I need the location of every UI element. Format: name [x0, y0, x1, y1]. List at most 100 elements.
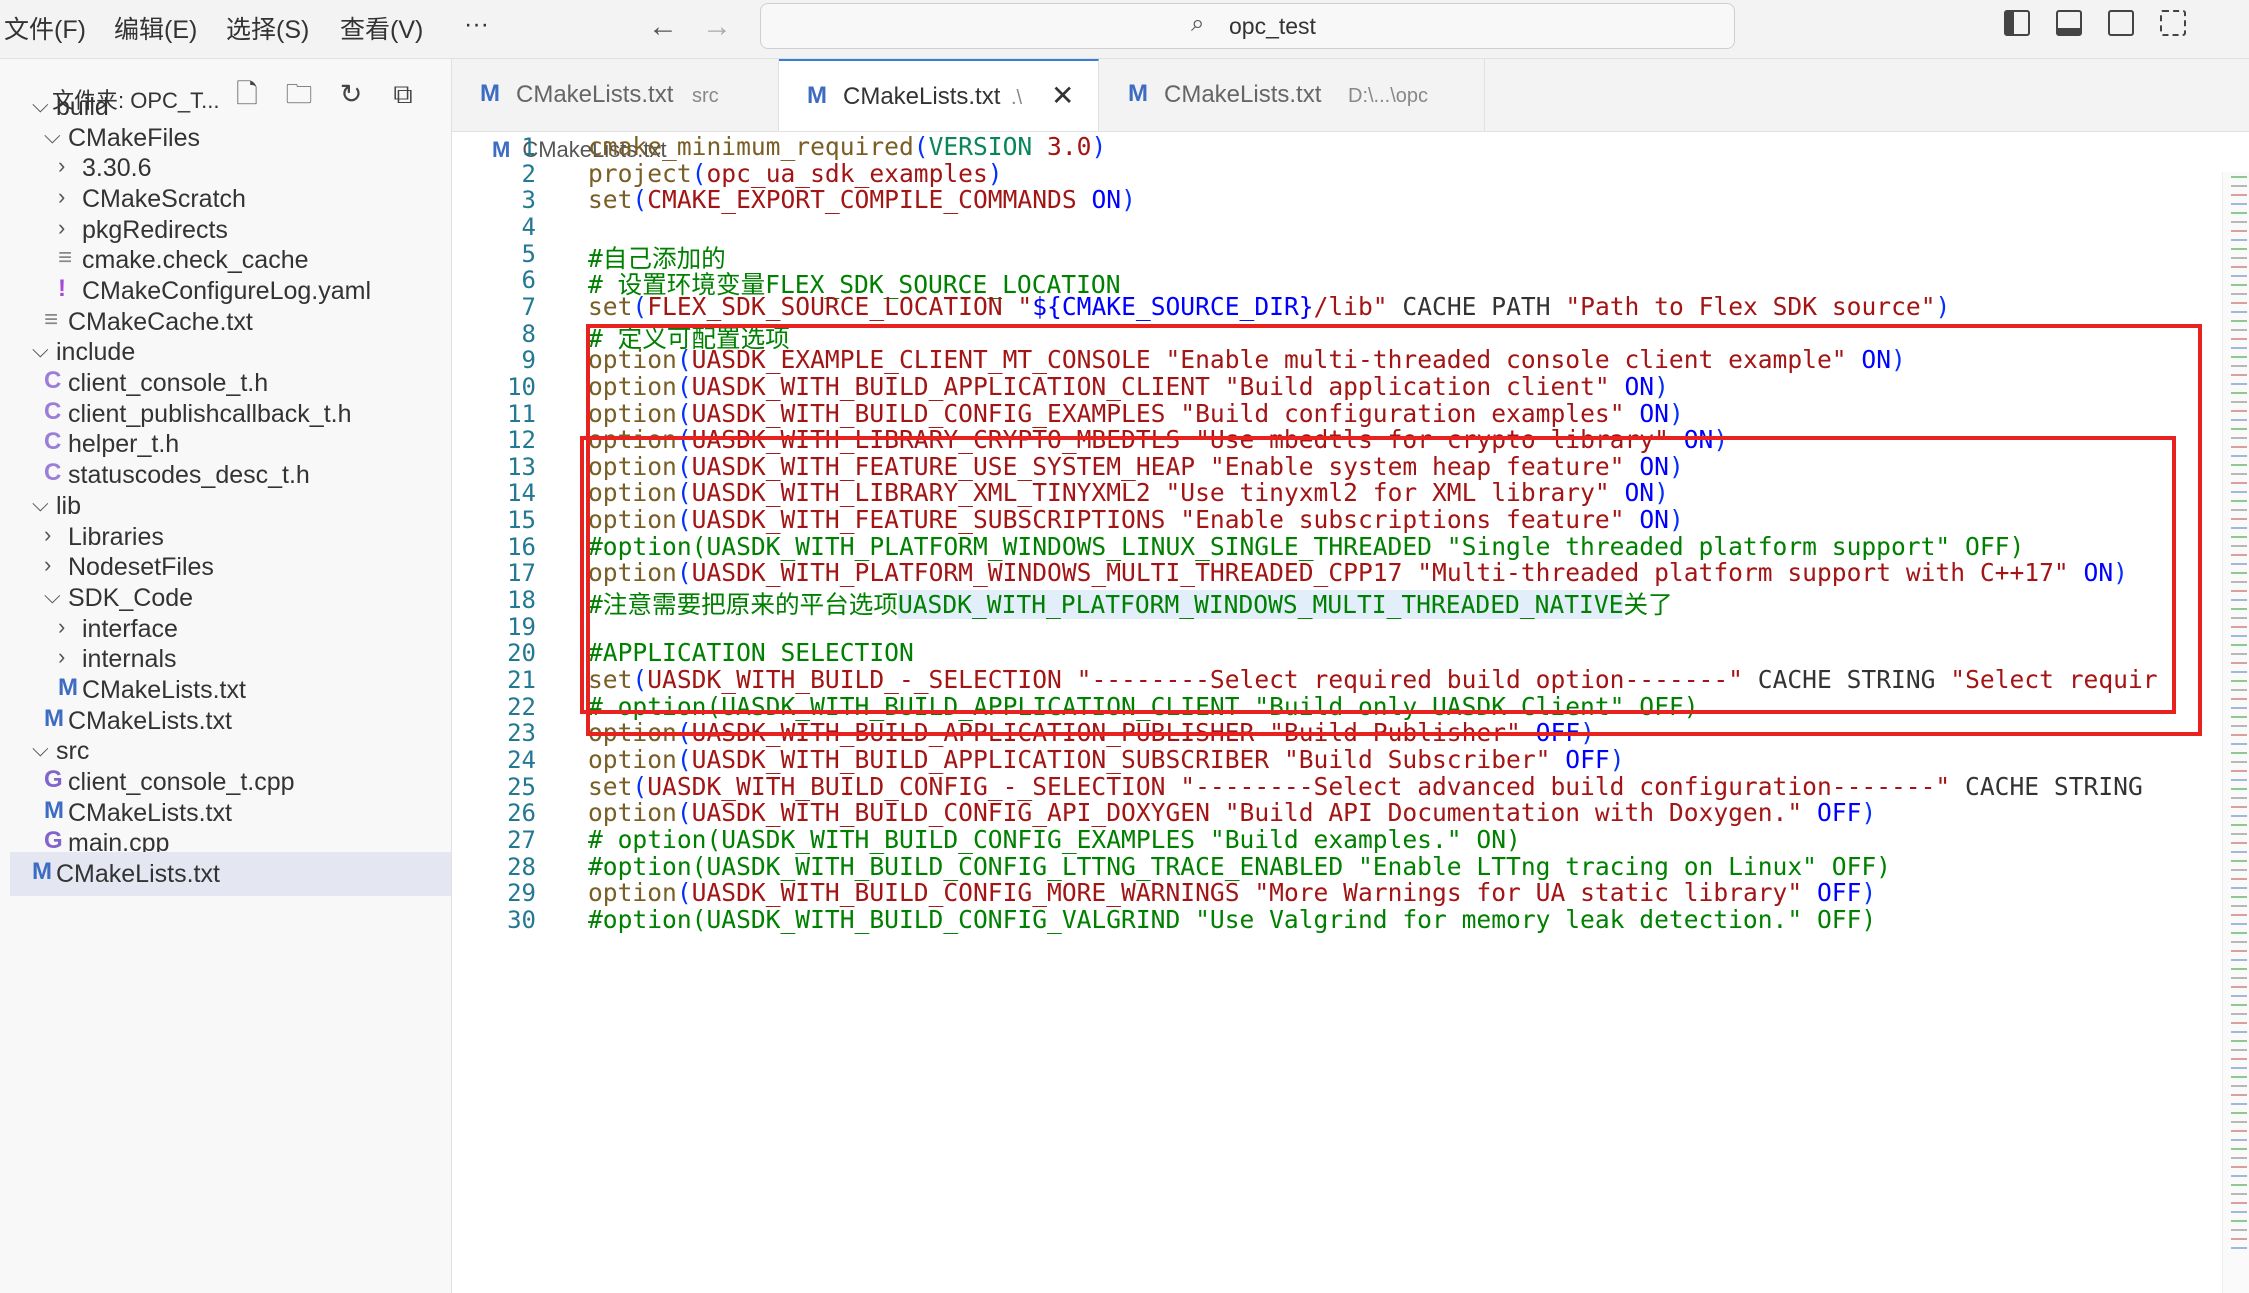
line-number: 25	[507, 772, 536, 801]
ruler-mark	[2231, 1220, 2247, 1222]
line-number: 15	[507, 506, 536, 535]
chevron-down-icon[interactable]: ⌵	[32, 736, 49, 762]
ruler-mark	[2231, 905, 2247, 907]
ruler-mark	[2231, 464, 2247, 466]
toggle-primary-sidebar-icon[interactable]	[2004, 10, 2030, 36]
ruler-mark	[2231, 608, 2247, 610]
code-line[interactable]: option(UASDK_WITH_BUILD_APPLICATION_SUBS…	[588, 745, 1625, 774]
ruler-mark	[2231, 347, 2247, 349]
code-editor[interactable]: 1 2 3 4 5 6 7 8 9 10 11 12 13 14 15 16 17 18 19 20 21 22 23 24 2…	[452, 132, 2222, 1293]
menu-file[interactable]: 文件(F)	[4, 10, 86, 46]
ruler-mark	[2231, 545, 2247, 547]
code-line[interactable]: # option(UASDK_WITH_BUILD_CONFIG_EXAMPLE…	[588, 825, 1521, 854]
code-line[interactable]: set(UASDK_WITH_BUILD_CONFIG_-_SELECTION …	[588, 772, 2143, 801]
line-number: 11	[507, 399, 536, 428]
ruler-mark	[2231, 239, 2247, 241]
chevron-right-icon[interactable]: ›	[44, 522, 51, 548]
ruler-mark	[2231, 374, 2247, 376]
ruler-mark	[2231, 860, 2247, 862]
ruler-mark	[2231, 590, 2247, 592]
chevron-down-icon[interactable]: ⌵	[44, 583, 61, 609]
chevron-right-icon[interactable]: ›	[58, 644, 65, 670]
ruler-mark	[2231, 1049, 2247, 1051]
chevron-down-icon[interactable]: ⌵	[32, 337, 49, 363]
ruler-mark	[2231, 941, 2247, 943]
ruler-mark	[2231, 770, 2247, 772]
chevron-right-icon[interactable]: ›	[44, 552, 51, 578]
chevron-right-icon[interactable]: ›	[58, 153, 65, 179]
line-number: 5	[521, 239, 536, 268]
ruler-mark	[2231, 653, 2247, 655]
code-line[interactable]: #option(UASDK_WITH_BUILD_CONFIG_LTTNG_TR…	[588, 852, 1891, 881]
customize-layout-icon[interactable]	[2160, 10, 2186, 36]
chevron-right-icon[interactable]: ›	[58, 184, 65, 210]
line-number: 4	[521, 212, 536, 241]
ruler-mark	[2231, 662, 2247, 664]
code-line[interactable]: project(opc_ua_sdk_examples)	[588, 159, 1003, 188]
line-number: 1	[521, 133, 536, 161]
line-number: 28	[507, 852, 536, 881]
ruler-mark	[2231, 1121, 2247, 1123]
ruler-mark	[2231, 626, 2247, 628]
line-number: 12	[507, 426, 536, 455]
command-center-search[interactable]: ⌕ opc_test	[760, 3, 1735, 49]
tab-cmakelists-opc[interactable]: M CMakeLists.txt D:\...\opc	[1100, 59, 1485, 131]
back-arrow-icon[interactable]: ←	[648, 10, 678, 44]
line-number: 10	[507, 372, 536, 401]
ruler-mark	[2231, 419, 2247, 421]
tree-item[interactable]: M CMakeLists.txt	[10, 852, 451, 896]
code-line[interactable]: set(CMAKE_EXPORT_COMPILE_COMMANDS ON)	[588, 185, 1136, 214]
ruler-mark	[2231, 986, 2247, 988]
line-number: 16	[507, 532, 536, 561]
overview-ruler[interactable]	[2222, 172, 2249, 1293]
chevron-down-icon[interactable]: ⌵	[32, 491, 49, 517]
tab-label: CMakeLists.txt	[1164, 81, 1322, 108]
line-number: 26	[507, 799, 536, 828]
ruler-mark	[2231, 743, 2247, 745]
ruler-mark	[2231, 383, 2247, 385]
code-line[interactable]: set(FLEX_SDK_SOURCE_LOCATION "${CMAKE_SO…	[588, 292, 1950, 321]
line-number: 24	[507, 745, 536, 774]
close-icon[interactable]: ✕	[1051, 79, 1074, 112]
ruler-mark	[2231, 221, 2247, 223]
ruler-mark	[2231, 293, 2247, 295]
chevron-down-icon[interactable]: ⌵	[44, 123, 61, 149]
ruler-mark	[2231, 356, 2247, 358]
ruler-mark	[2231, 1067, 2247, 1069]
ruler-mark	[2231, 833, 2247, 835]
chevron-right-icon[interactable]: ›	[58, 614, 65, 640]
ruler-mark	[2231, 725, 2247, 727]
ruler-mark	[2231, 896, 2247, 898]
line-number: 27	[507, 825, 536, 854]
ruler-mark	[2231, 1076, 2247, 1078]
ruler-mark	[2231, 563, 2247, 565]
chevron-down-icon[interactable]: ⌵	[32, 92, 49, 118]
ruler-mark	[2231, 968, 2247, 970]
menu-more[interactable]: ···	[464, 10, 489, 39]
menu-selection[interactable]: 选择(S)	[226, 10, 309, 46]
code-line[interactable]: #option(UASDK_WITH_BUILD_CONFIG_VALGRIND…	[588, 905, 1876, 934]
tab-cmakelists-root[interactable]: M CMakeLists.txt .\ ✕	[779, 59, 1099, 131]
ruler-mark	[2231, 851, 2247, 853]
code-line[interactable]: cmake_minimum_required(VERSION 3.0)	[588, 132, 1106, 161]
ruler-mark	[2231, 887, 2247, 889]
ruler-mark	[2231, 581, 2247, 583]
ruler-mark	[2231, 824, 2247, 826]
search-text: opc_test	[1229, 13, 1316, 39]
ruler-mark	[2231, 572, 2247, 574]
chevron-right-icon[interactable]: ›	[58, 215, 65, 241]
menu-edit[interactable]: 编辑(E)	[114, 10, 197, 46]
forward-arrow-icon[interactable]: →	[702, 10, 732, 44]
tab-cmakelists-src[interactable]: M CMakeLists.txt src	[452, 59, 779, 131]
ruler-mark	[2231, 1193, 2247, 1195]
ruler-mark	[2231, 806, 2247, 808]
ruler-mark	[2231, 176, 2247, 178]
menu-view[interactable]: 查看(V)	[340, 10, 423, 46]
toggle-panel-icon[interactable]	[2056, 10, 2082, 36]
ruler-mark	[2231, 230, 2247, 232]
code-line[interactable]: option(UASDK_WITH_BUILD_CONFIG_MORE_WARN…	[588, 878, 1876, 907]
toggle-secondary-sidebar-icon[interactable]	[2108, 10, 2134, 36]
code-line[interactable]: option(UASDK_WITH_BUILD_CONFIG_API_DOXYG…	[588, 798, 1876, 827]
line-number: 22	[507, 692, 536, 721]
ruler-mark	[2231, 788, 2247, 790]
